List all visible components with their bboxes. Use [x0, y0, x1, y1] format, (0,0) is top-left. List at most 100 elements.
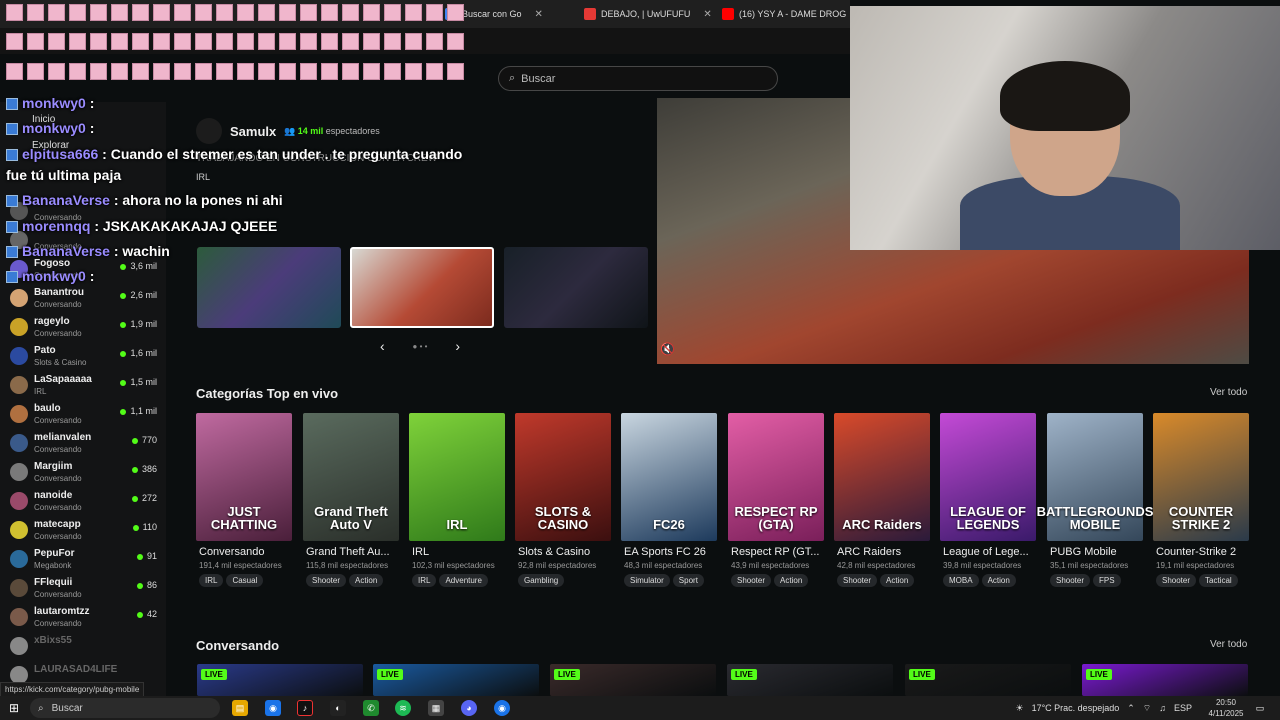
category-art[interactable]: ARC Raiders — [834, 413, 930, 541]
close-icon[interactable]: ✕ — [703, 9, 711, 20]
live-stream-card[interactable]: LIVE — [1082, 664, 1248, 696]
chevron-up-icon[interactable]: ⌃ — [1127, 703, 1135, 714]
sidebar-channel[interactable]: nanoide Conversando 272 — [8, 488, 163, 517]
category-art[interactable]: FC26 — [621, 413, 717, 541]
see-all-categories-link[interactable]: Ver todo — [1210, 387, 1247, 398]
sidebar-channel[interactable]: melianvalen Conversando 770 — [8, 430, 163, 459]
sidebar-channel[interactable]: Fogoso Conversando 3,6 mil — [8, 256, 163, 285]
discord-icon[interactable]: ◕ — [461, 700, 477, 716]
tab-uwufufu[interactable]: DEBAJO, | UwUFUFU ✕ — [584, 3, 712, 25]
sidebar-channel[interactable]: Banantrou Conversando 2,6 mil — [8, 285, 163, 314]
category-tag[interactable]: IRL — [412, 574, 437, 587]
windows-start-icon[interactable]: ⊞ — [6, 700, 22, 716]
close-icon[interactable]: ✕ — [535, 9, 543, 20]
category-tag[interactable]: Sport — [672, 574, 704, 587]
live-stream-card[interactable]: LIVE — [550, 664, 716, 696]
sidebar-channel[interactable]: FFlequii Conversando 86 — [8, 575, 163, 604]
calculator-icon[interactable]: ▦ — [428, 700, 444, 716]
whatsapp-icon[interactable]: ✆ — [363, 700, 379, 716]
muted-speaker-icon[interactable]: 🔇 — [660, 342, 675, 356]
category-art[interactable]: LEAGUE OF LEGENDS — [940, 413, 1036, 541]
category-card[interactable]: BATTLEGROUNDS MOBILE PUBG Mobile 35,1 mi… — [1037, 413, 1153, 587]
see-all-conversando-link[interactable]: Ver todo — [1210, 639, 1247, 650]
live-stream-card[interactable]: LIVE — [905, 664, 1071, 696]
sidebar-item-explorar[interactable]: Explorar — [32, 140, 69, 151]
spotify-icon[interactable]: ≋ — [395, 700, 411, 716]
featured-tag[interactable]: IRL — [196, 172, 210, 182]
category-name[interactable]: PUBG Mobile — [1047, 546, 1143, 558]
wifi-icon[interactable]: ⌔ — [1143, 703, 1151, 714]
category-card[interactable]: FC26 EA Sports FC 26 48,3 mil espectador… — [621, 413, 717, 587]
category-card[interactable]: Grand Theft Auto V Grand Theft Au... 115… — [303, 413, 399, 587]
category-name[interactable]: Slots & Casino — [515, 546, 611, 558]
sidebar-channel[interactable]: Conversando — [8, 198, 163, 227]
category-art[interactable]: IRL — [409, 413, 505, 541]
sidebar-channel[interactable]: xBixs55 — [8, 633, 163, 662]
sidebar-channel[interactable]: PepuFor Megabonk 91 — [8, 546, 163, 575]
chrome-icon[interactable]: ◉ — [265, 700, 281, 716]
category-tag[interactable]: FPS — [1093, 574, 1121, 587]
notifications-icon[interactable]: ▭ — [1252, 700, 1268, 716]
category-card[interactable]: IRL IRL 102,3 mil espectadores IRL Advent… — [409, 413, 505, 587]
category-tag[interactable]: Action — [880, 574, 915, 587]
featured-streamer-name[interactable]: Samulx — [230, 124, 276, 139]
category-tag[interactable]: Shooter — [1156, 574, 1197, 587]
tab-google-search[interactable]: Buscar con Go ✕ — [445, 3, 573, 25]
sidebar-channel[interactable]: Conversando — [8, 227, 163, 256]
sidebar-channel[interactable]: rageylo Conversando 1,9 mil — [8, 314, 163, 343]
file-explorer-icon[interactable]: ▤ — [232, 700, 248, 716]
sidebar-channel[interactable]: matecapp Conversando 110 — [8, 517, 163, 546]
volume-icon[interactable]: ♫ — [1159, 703, 1166, 713]
search-input[interactable]: ⌕ Buscar — [498, 66, 778, 91]
taskbar-clock[interactable]: 20:50 4/11/2025 — [1202, 696, 1250, 719]
category-tag[interactable]: Gambling — [518, 574, 565, 587]
sidebar-item-inicio[interactable]: Inicio — [32, 114, 55, 125]
live-stream-card[interactable]: LIVE — [197, 664, 363, 696]
sidebar-channel[interactable]: Margiim Conversando 386 — [8, 459, 163, 488]
category-tag[interactable]: Casual — [226, 574, 264, 587]
category-art[interactable]: JUST CHATTING — [196, 413, 292, 541]
tiktok-icon[interactable]: ♪ — [297, 700, 313, 716]
sidebar-channel[interactable]: Pato Slots & Casino 1,6 mil — [8, 343, 163, 372]
category-art[interactable]: COUNTER STRIKE 2 — [1153, 413, 1249, 541]
category-tag[interactable]: Action — [774, 574, 809, 587]
taskbar-search[interactable]: ⌕ Buscar — [30, 698, 220, 718]
category-tag[interactable]: Shooter — [306, 574, 347, 587]
category-card[interactable]: ARC Raiders ARC Raiders 42,8 mil especta… — [834, 413, 930, 587]
chevron-right-icon[interactable]: › — [455, 338, 460, 354]
carousel-thumbnail-active[interactable] — [350, 247, 494, 328]
category-name[interactable]: IRL — [409, 546, 505, 558]
live-stream-card[interactable]: LIVE — [727, 664, 893, 696]
avatar[interactable] — [196, 118, 222, 144]
category-tag[interactable]: Shooter — [837, 574, 878, 587]
category-art[interactable]: SLOTS & CASINO — [515, 413, 611, 541]
app-icon[interactable]: ◐ — [330, 700, 346, 716]
category-art[interactable]: Grand Theft Auto V — [303, 413, 399, 541]
category-card[interactable]: JUST CHATTING Conversando 191,4 mil espe… — [196, 413, 292, 587]
category-card[interactable]: RESPECT RP (GTA) Respect RP (GT... 43,9 … — [728, 413, 824, 587]
weather-text[interactable]: 17°C Prac. despejado — [1032, 703, 1120, 713]
category-art[interactable]: RESPECT RP (GTA) — [728, 413, 824, 541]
category-tag[interactable]: Simulator — [624, 574, 670, 587]
category-name[interactable]: ARC Raiders — [834, 546, 930, 558]
chrome-icon[interactable]: ◉ — [494, 700, 510, 716]
category-name[interactable]: Grand Theft Au... — [303, 546, 399, 558]
carousel-thumbnail[interactable] — [197, 247, 341, 328]
category-card[interactable]: COUNTER STRIKE 2 Counter-Strike 2 19,1 m… — [1153, 413, 1249, 587]
category-name[interactable]: Conversando — [196, 546, 292, 558]
language-indicator[interactable]: ESP — [1174, 703, 1192, 713]
category-tag[interactable]: Shooter — [1050, 574, 1091, 587]
sidebar-channel[interactable]: LaSapaaaaa IRL 1,5 mil — [8, 372, 163, 401]
category-tag[interactable]: Action — [981, 574, 1016, 587]
category-name[interactable]: League of Lege... — [940, 546, 1036, 558]
category-name[interactable]: EA Sports FC 26 — [621, 546, 717, 558]
carousel-thumbnail[interactable] — [504, 247, 648, 328]
category-tag[interactable]: Action — [349, 574, 384, 587]
category-name[interactable]: Respect RP (GT... — [728, 546, 824, 558]
tab-youtube[interactable]: (16) YSY A - DAME DROG ✕ — [722, 3, 850, 25]
category-tag[interactable]: MOBA — [943, 574, 979, 587]
category-name[interactable]: Counter-Strike 2 — [1153, 546, 1249, 558]
sidebar-channel[interactable]: lautaromtzz Conversando 42 — [8, 604, 163, 633]
chevron-left-icon[interactable]: ‹ — [380, 338, 385, 354]
category-card[interactable]: SLOTS & CASINO Slots & Casino 92,8 mil e… — [515, 413, 611, 587]
